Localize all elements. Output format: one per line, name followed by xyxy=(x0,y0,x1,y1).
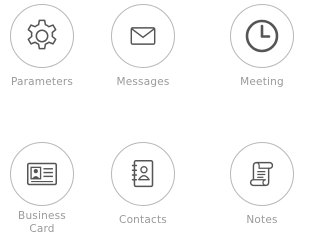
business-card-icon-circle[interactable] xyxy=(10,142,74,206)
business-card-label: Business Card xyxy=(18,210,66,235)
notes-label: Notes xyxy=(246,214,278,226)
app-tile-contacts[interactable]: Contacts xyxy=(98,142,188,227)
messages-icon-circle[interactable] xyxy=(111,4,175,68)
envelope-icon xyxy=(130,27,156,45)
scroll-icon xyxy=(249,161,274,187)
contacts-label: Contacts xyxy=(119,214,167,226)
meeting-label: Meeting xyxy=(240,76,284,88)
parameters-icon-circle[interactable] xyxy=(10,4,74,68)
messages-label: Messages xyxy=(116,76,170,88)
notes-icon-circle[interactable] xyxy=(230,142,294,206)
meeting-icon-circle[interactable] xyxy=(230,4,294,68)
clock-icon xyxy=(245,19,279,53)
app-tile-business-card[interactable]: Business Card xyxy=(0,142,87,236)
id-card-icon xyxy=(26,162,58,186)
app-tile-messages[interactable]: Messages xyxy=(98,4,188,89)
parameters-label: Parameters xyxy=(10,76,74,88)
address-book-icon xyxy=(131,159,154,188)
app-tile-notes[interactable]: Notes xyxy=(217,142,307,227)
contacts-icon-circle[interactable] xyxy=(111,142,175,206)
gear-icon xyxy=(27,19,57,50)
app-tile-parameters[interactable]: Parameters xyxy=(0,4,87,89)
app-tile-meeting[interactable]: Meeting xyxy=(217,4,307,89)
